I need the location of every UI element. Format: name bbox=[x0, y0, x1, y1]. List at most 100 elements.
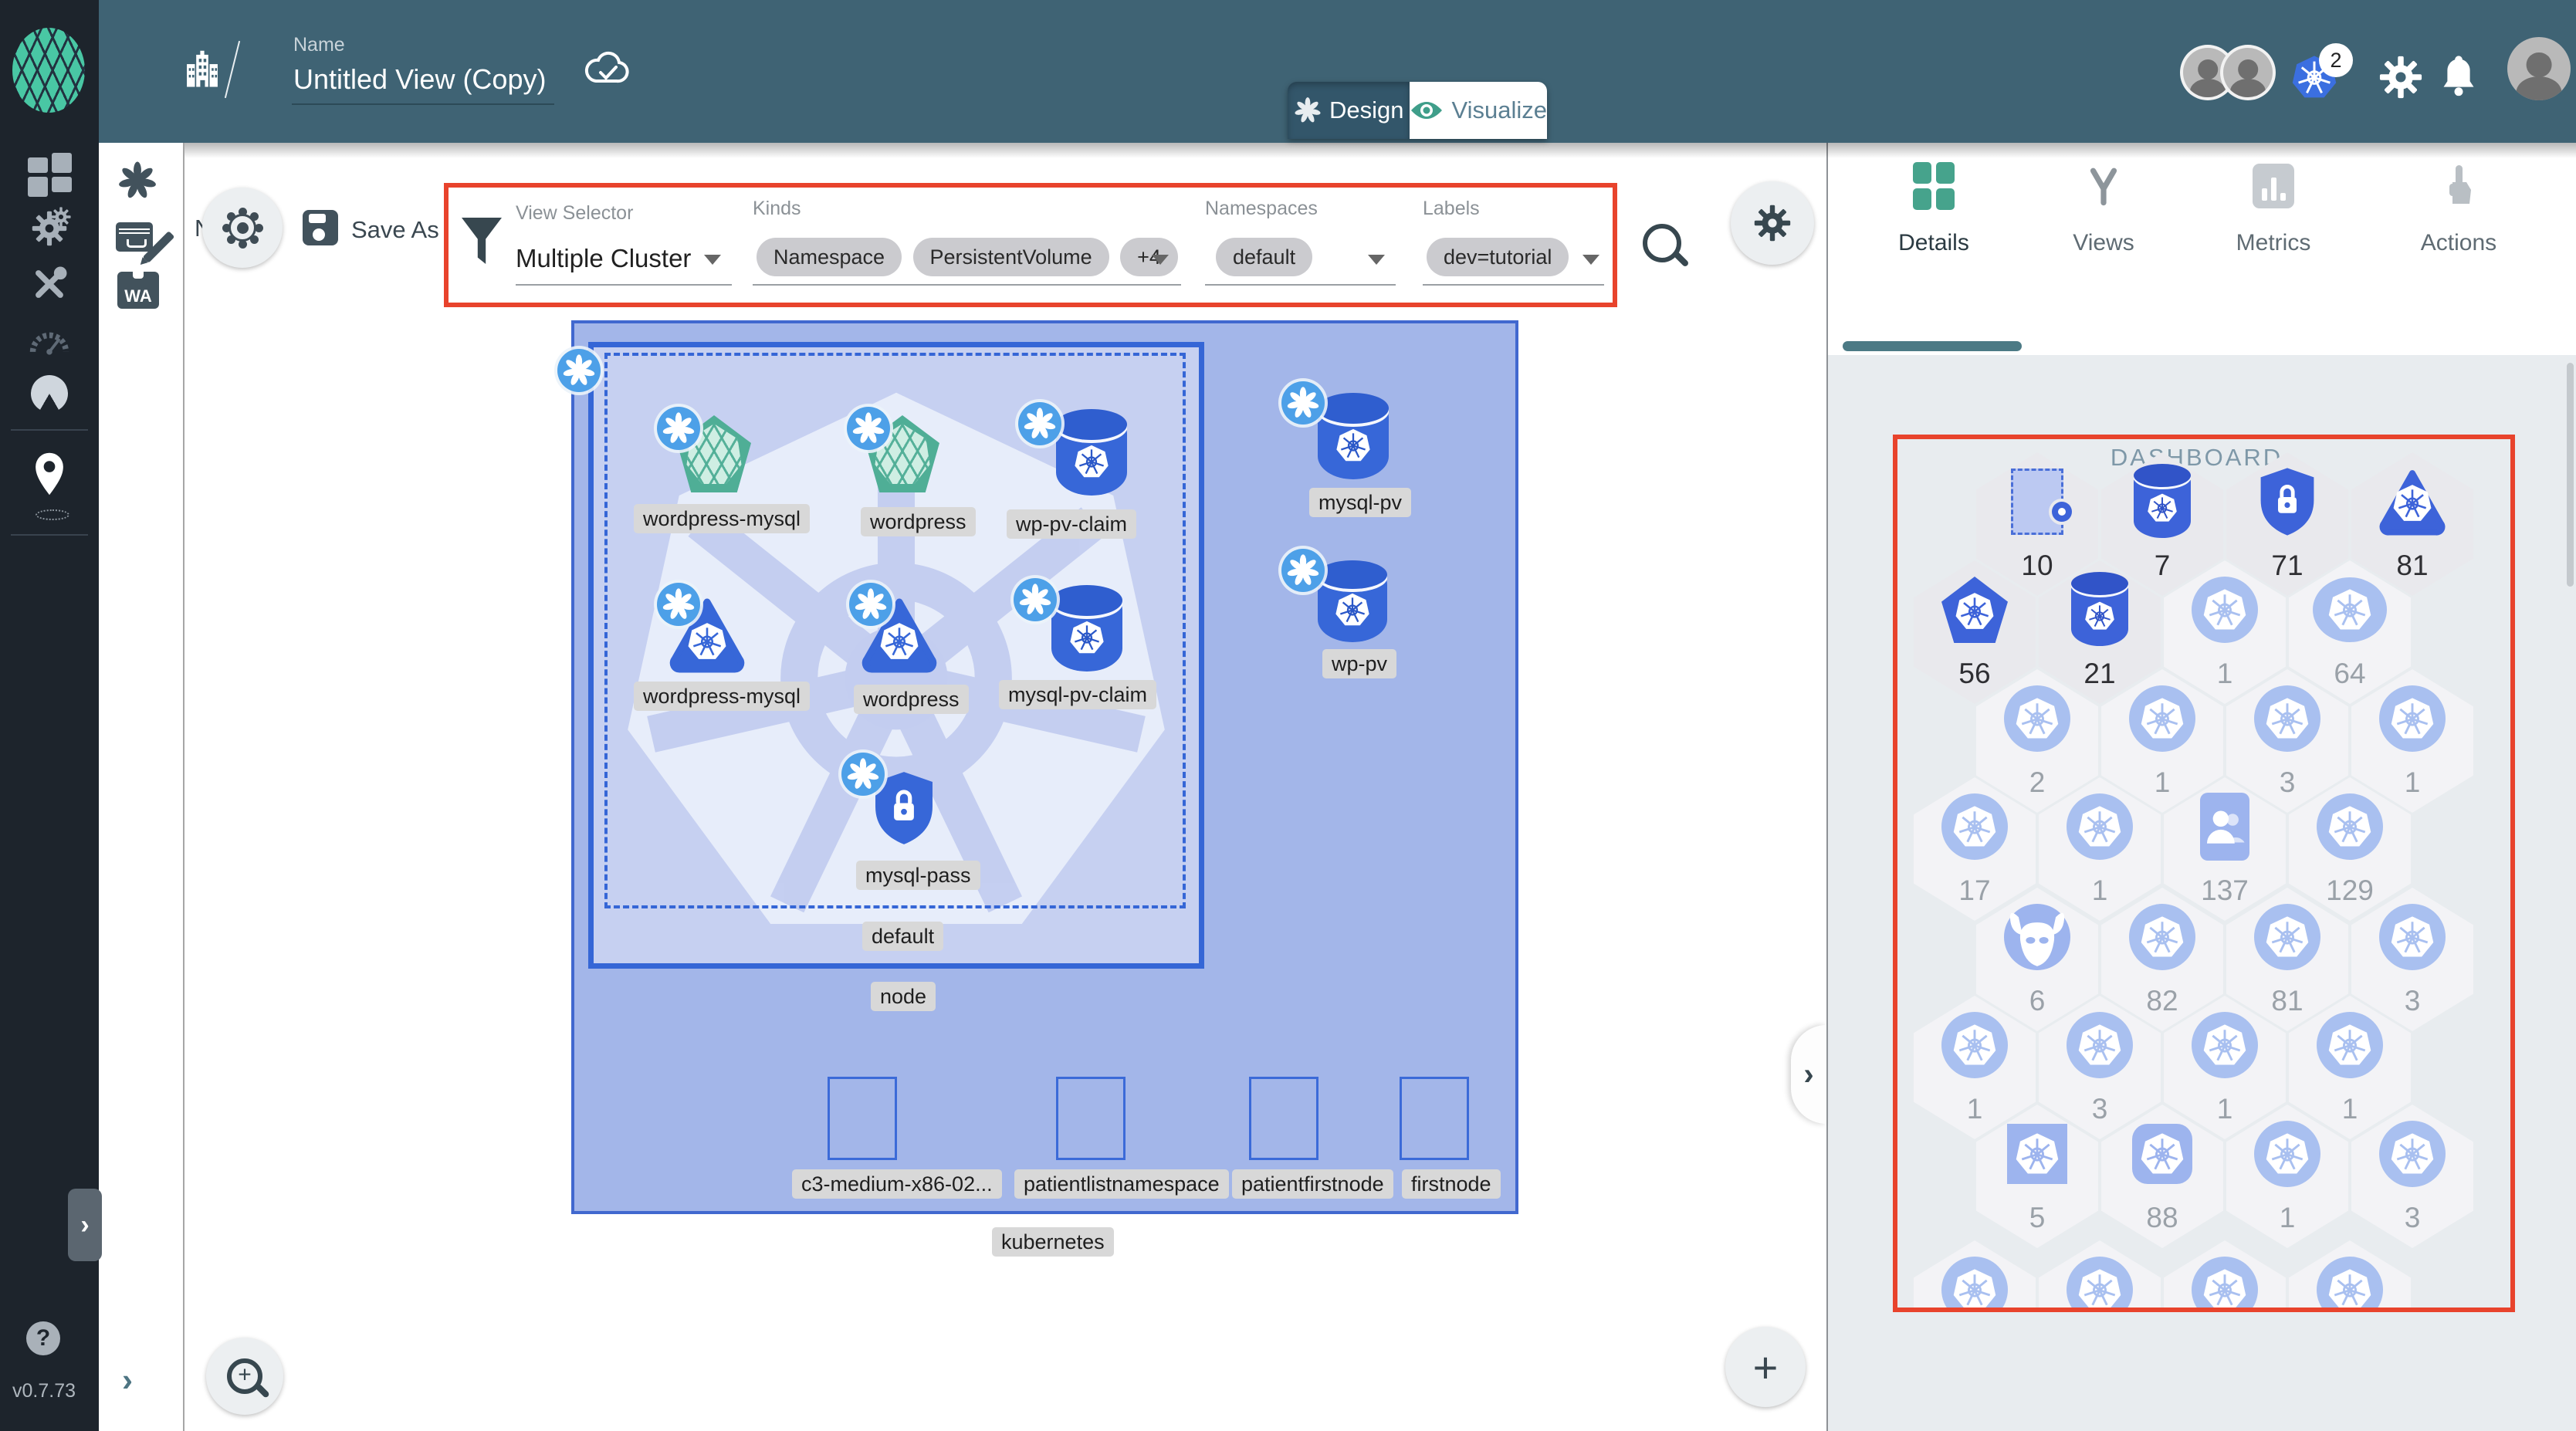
node-label: wordpress-mysql bbox=[634, 682, 811, 711]
kinds-caret-icon[interactable] bbox=[1152, 255, 1169, 265]
kind-chip-more[interactable]: +4 bbox=[1120, 238, 1178, 276]
wheel-circle-icon bbox=[2192, 1257, 2258, 1312]
save-as-icon[interactable] bbox=[303, 210, 338, 245]
view-selector-caret-icon[interactable] bbox=[704, 255, 721, 265]
node-label: wp-pv-claim bbox=[1007, 509, 1137, 539]
meshery-spiral-icon[interactable] bbox=[117, 161, 157, 201]
sidebar-item-kanvas[interactable] bbox=[26, 451, 73, 497]
collaborator-avatar[interactable] bbox=[2223, 48, 2273, 97]
hex-cell[interactable] bbox=[2164, 1240, 2286, 1312]
view-name-input[interactable] bbox=[292, 60, 554, 105]
host-node-icon[interactable] bbox=[1249, 1077, 1318, 1160]
add-node-button[interactable]: + bbox=[1725, 1327, 1806, 1407]
tab-design[interactable]: Design bbox=[1288, 82, 1410, 139]
tab-actions-label: Actions bbox=[2420, 230, 2497, 255]
meshery-badge-icon bbox=[657, 407, 700, 450]
wheel-circle-icon bbox=[2254, 685, 2320, 752]
wasm-filter-icon[interactable]: WA bbox=[117, 272, 159, 309]
strip-expand-chevron[interactable]: › bbox=[122, 1362, 133, 1399]
search-icon[interactable] bbox=[1643, 224, 1681, 262]
user-card-icon bbox=[2200, 793, 2249, 861]
pvc-wp-pv-claim-icon[interactable] bbox=[1056, 409, 1127, 496]
hex-cell[interactable]: 3 bbox=[2351, 1105, 2473, 1248]
layer5-logo[interactable] bbox=[12, 28, 85, 113]
hex-cell[interactable] bbox=[2039, 1240, 2161, 1312]
performance-speedometer-icon bbox=[28, 324, 71, 355]
actions-hand-icon bbox=[2442, 164, 2476, 208]
notifications-bell-icon[interactable] bbox=[2439, 54, 2478, 97]
user-avatar[interactable] bbox=[2507, 37, 2571, 100]
sidebar-item-configuration[interactable] bbox=[26, 261, 73, 307]
zoom-in-button[interactable] bbox=[206, 1338, 283, 1415]
view-selector-value[interactable]: Multiple Cluster bbox=[516, 244, 691, 273]
pin-shadow bbox=[36, 509, 69, 520]
pvc-mysql-pv-claim-icon[interactable] bbox=[1051, 585, 1122, 672]
wheel-circle-icon bbox=[2254, 1121, 2320, 1187]
wheel-circle-icon bbox=[2129, 685, 2195, 752]
node-label: wordpress-mysql bbox=[634, 504, 811, 533]
namespace-chip[interactable]: default bbox=[1216, 238, 1313, 276]
cluster-dots-icon bbox=[236, 222, 249, 234]
wheel-circle-icon bbox=[2379, 1121, 2446, 1187]
namespaces-caret-icon[interactable] bbox=[1368, 255, 1385, 265]
hex-cell[interactable] bbox=[2289, 1240, 2411, 1312]
pv-wp-pv-icon[interactable] bbox=[1318, 560, 1387, 642]
pentagon-icon bbox=[1941, 577, 2008, 643]
kind-chip[interactable]: PersistentVolume bbox=[912, 238, 1109, 276]
host-node-icon[interactable] bbox=[1400, 1077, 1469, 1160]
archive-icon[interactable] bbox=[116, 222, 153, 252]
sidebar-item-dashboard[interactable] bbox=[26, 151, 73, 198]
resource-hex-grid: 10 7 71 81 56 21 1 64 2 1 3 1 17 1 137 129 6 82 81 3 1 3 1 1 5 88… bbox=[1893, 435, 2515, 1312]
meshery-badge-icon bbox=[557, 349, 601, 392]
hex-cell[interactable]: 5 bbox=[1976, 1105, 2098, 1248]
sidebar-item-lifecycle[interactable] bbox=[26, 205, 73, 252]
cluster-fab-button[interactable] bbox=[202, 188, 283, 268]
panel-scrollbar[interactable] bbox=[2567, 363, 2574, 587]
node-label: patientfirstnode bbox=[1232, 1169, 1393, 1199]
kinds-label: Kinds bbox=[753, 198, 801, 219]
host-node-icon[interactable] bbox=[828, 1077, 897, 1160]
settings-gear-icon[interactable] bbox=[2379, 56, 2422, 99]
meshery-badge-icon bbox=[841, 753, 885, 796]
meshery-badge-icon bbox=[1014, 578, 1057, 621]
wheel-ellipse-icon bbox=[2313, 577, 2387, 642]
save-as-button[interactable]: Save As bbox=[351, 216, 439, 244]
sidebar-item-extensions[interactable] bbox=[26, 370, 73, 417]
wheel-circle-icon bbox=[2379, 685, 2446, 752]
namespace-label: default bbox=[862, 922, 944, 951]
configuration-tools-icon bbox=[30, 265, 69, 303]
canvas-settings-button[interactable] bbox=[1731, 181, 1814, 265]
tab-metrics[interactable]: Metrics bbox=[2208, 162, 2339, 324]
sidebar-item-performance[interactable] bbox=[26, 316, 73, 363]
host-node-icon[interactable] bbox=[1056, 1077, 1126, 1160]
meshery-badge-icon bbox=[849, 583, 892, 626]
hex-cell[interactable]: 1 bbox=[2226, 1105, 2348, 1248]
label-chip[interactable]: dev=tutorial bbox=[1427, 238, 1569, 276]
tab-visualize[interactable]: Visualize bbox=[1410, 82, 1547, 139]
panel-collapse-handle[interactable]: › bbox=[1791, 1025, 1826, 1124]
cloud-saved-icon bbox=[581, 48, 635, 88]
tool-strip bbox=[99, 143, 184, 1431]
wheel-circle-icon bbox=[2129, 904, 2195, 970]
sidebar-divider bbox=[11, 534, 88, 536]
meshery-design-icon bbox=[1294, 96, 1322, 124]
tab-views[interactable]: Views bbox=[2038, 162, 2169, 324]
pv-mysql-pv-icon[interactable] bbox=[1318, 393, 1389, 479]
sidebar-expand-handle[interactable]: › bbox=[68, 1189, 102, 1261]
rounded-square-icon bbox=[2132, 1124, 2192, 1184]
organization-icon[interactable] bbox=[182, 45, 222, 94]
gear-icon bbox=[1754, 205, 1791, 242]
mask-icon bbox=[2004, 904, 2070, 970]
labels-caret-icon[interactable] bbox=[1582, 255, 1599, 265]
kind-chip[interactable]: Namespace bbox=[757, 238, 902, 276]
resource-count: 88 bbox=[2146, 1202, 2178, 1233]
node-label: c3-medium-x86-02... bbox=[792, 1169, 1002, 1199]
tab-details[interactable]: Details bbox=[1868, 162, 1999, 324]
node-label: firstnode bbox=[1402, 1169, 1501, 1199]
hex-cell[interactable]: 88 bbox=[2101, 1105, 2223, 1248]
wheel-circle-icon bbox=[2254, 904, 2320, 970]
tab-actions[interactable]: Actions bbox=[2393, 162, 2524, 324]
help-button[interactable]: ? bbox=[26, 1321, 60, 1355]
hex-cell[interactable] bbox=[1914, 1240, 2036, 1312]
view-selector-label: View Selector bbox=[516, 202, 634, 224]
